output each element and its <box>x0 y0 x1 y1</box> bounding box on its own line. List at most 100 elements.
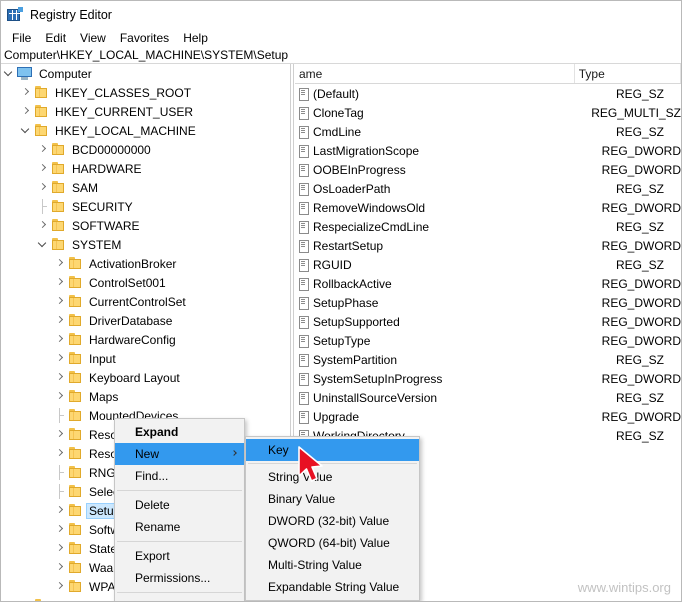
value-row[interactable]: RestartSetup REG_DWORD <box>295 236 681 255</box>
column-header-type[interactable]: Type <box>575 64 681 83</box>
chevron-right-icon[interactable] <box>52 444 68 463</box>
submenu-item-label: Expandable String Value <box>268 580 400 594</box>
address-bar[interactable]: Computer\HKEY_LOCAL_MACHINE\SYSTEM\Setup <box>1 47 681 64</box>
context-menu-item-label: Delete <box>135 498 170 512</box>
value-row[interactable]: RespecializeCmdLine REG_SZ <box>295 217 681 236</box>
submenu-item-key[interactable]: Key <box>246 439 419 461</box>
chevron-right-icon[interactable] <box>52 368 68 387</box>
context-menu-item-rename[interactable]: Rename <box>115 516 244 538</box>
chevron-right-icon[interactable] <box>52 539 68 558</box>
value-row[interactable]: OsLoaderPath REG_SZ <box>295 179 681 198</box>
menu-help[interactable]: Help <box>176 30 215 46</box>
chevron-right-icon[interactable] <box>52 501 68 520</box>
chevron-right-icon[interactable] <box>35 140 51 159</box>
value-row[interactable]: SystemSetupInProgress REG_DWORD <box>295 369 681 388</box>
menu-favorites[interactable]: Favorites <box>113 30 176 46</box>
chevron-right-icon[interactable] <box>18 596 34 601</box>
chevron-right-icon[interactable] <box>52 311 68 330</box>
value-row[interactable]: OOBEInProgress REG_DWORD <box>295 160 681 179</box>
value-row[interactable]: RGUID REG_SZ <box>295 255 681 274</box>
tree-item-controlset001[interactable]: ControlSet001 <box>1 273 290 292</box>
chevron-right-icon[interactable] <box>52 558 68 577</box>
submenu-item-expandable-string-value[interactable]: Expandable String Value <box>246 576 419 598</box>
chevron-right-icon[interactable] <box>18 102 34 121</box>
context-menu-item-delete[interactable]: Delete <box>115 494 244 516</box>
value-type: REG_MULTI_SZ <box>591 105 681 120</box>
submenu-item-multi-string-value[interactable]: Multi-String Value <box>246 554 419 576</box>
context-menu-item-expand[interactable]: Expand <box>115 421 244 443</box>
value-row[interactable]: CmdLine REG_SZ <box>295 122 681 141</box>
context-menu[interactable]: Expand New Find... Delete Rename Export Permis… <box>114 418 245 601</box>
chevron-right-icon[interactable] <box>52 273 68 292</box>
chevron-right-icon[interactable] <box>52 330 68 349</box>
folder-icon <box>68 295 83 308</box>
value-row[interactable]: LastMigrationScope REG_DWORD <box>295 141 681 160</box>
chevron-down-icon[interactable] <box>35 235 51 254</box>
chevron-right-icon[interactable] <box>52 349 68 368</box>
submenu-item-dword-32-bit-value[interactable]: DWORD (32-bit) Value <box>246 510 419 532</box>
tree-item-computer[interactable]: Computer <box>1 64 290 83</box>
context-menu-item-copy-key-name[interactable]: Copy Key Name <box>115 596 244 601</box>
value-row[interactable]: CloneTag REG_MULTI_SZ <box>295 103 681 122</box>
chevron-right-icon[interactable] <box>52 577 68 596</box>
tree-item-driverdatabase[interactable]: DriverDatabase <box>1 311 290 330</box>
tree-leaf-line <box>52 406 68 425</box>
chevron-right-icon[interactable] <box>18 83 34 102</box>
tree-item-bcd00000000[interactable]: BCD00000000 <box>1 140 290 159</box>
tree-item-hkey-local-machine[interactable]: HKEY_LOCAL_MACHINE <box>1 121 290 140</box>
value-row[interactable]: SetupType REG_DWORD <box>295 331 681 350</box>
registry-value-icon <box>295 122 313 141</box>
chevron-right-icon[interactable] <box>52 292 68 311</box>
chevron-down-icon[interactable] <box>1 64 17 83</box>
submenu-item-qword-64-bit-value[interactable]: QWORD (64-bit) Value <box>246 532 419 554</box>
chevron-right-icon[interactable] <box>52 520 68 539</box>
chevron-right-icon[interactable] <box>35 159 51 178</box>
registry-path: Computer\HKEY_LOCAL_MACHINE\SYSTEM\Setup <box>4 48 289 62</box>
new-submenu[interactable]: Key String Value Binary Value DWORD (32-bit… <box>245 436 420 601</box>
context-menu-item-new[interactable]: New <box>115 443 244 465</box>
value-row[interactable]: RemoveWindowsOld REG_DWORD <box>295 198 681 217</box>
tree-item-hkey-classes-root[interactable]: HKEY_CLASSES_ROOT <box>1 83 290 102</box>
value-row[interactable]: RollbackActive REG_DWORD <box>295 274 681 293</box>
menu-file[interactable]: File <box>5 30 38 46</box>
chevron-right-icon[interactable] <box>35 216 51 235</box>
menu-edit[interactable]: Edit <box>38 30 73 46</box>
tree-item-currentcontrolset[interactable]: CurrentControlSet <box>1 292 290 311</box>
value-row[interactable]: SetupSupported REG_DWORD <box>295 312 681 331</box>
tree-item-label: SOFTWARE <box>72 218 140 233</box>
tree-item-software[interactable]: SOFTWARE <box>1 216 290 235</box>
chevron-right-icon[interactable] <box>52 254 68 273</box>
value-row[interactable]: (Default) REG_SZ <box>295 84 681 103</box>
tree-item-system[interactable]: SYSTEM <box>1 235 290 254</box>
tree-item-hardware[interactable]: HARDWARE <box>1 159 290 178</box>
chevron-right-icon[interactable] <box>52 387 68 406</box>
chevron-right-icon[interactable] <box>52 425 68 444</box>
value-row[interactable]: UninstallSourceVersion REG_SZ <box>295 388 681 407</box>
context-menu-item-export[interactable]: Export <box>115 545 244 567</box>
context-menu-item-permissions[interactable]: Permissions... <box>115 567 244 589</box>
column-header-name[interactable]: ame <box>295 64 575 83</box>
tree-item-security[interactable]: SECURITY <box>1 197 290 216</box>
submenu-item-binary-value[interactable]: Binary Value <box>246 488 419 510</box>
chevron-right-icon[interactable] <box>35 178 51 197</box>
tree-item-keyboard-layout[interactable]: Keyboard Layout <box>1 368 290 387</box>
folder-icon <box>68 409 83 422</box>
tree-item-hkey-current-user[interactable]: HKEY_CURRENT_USER <box>1 102 290 121</box>
menu-view[interactable]: View <box>73 30 113 46</box>
tree-item-hardwareconfig[interactable]: HardwareConfig <box>1 330 290 349</box>
tree-leaf-line <box>35 197 51 216</box>
chevron-down-icon[interactable] <box>18 121 34 140</box>
tree-item-activationbroker[interactable]: ActivationBroker <box>1 254 290 273</box>
value-type: REG_DWORD <box>601 371 681 386</box>
tree-item-maps[interactable]: Maps <box>1 387 290 406</box>
context-menu-item-label: Find... <box>135 469 169 483</box>
tree-item-sam[interactable]: SAM <box>1 178 290 197</box>
folder-icon <box>68 257 83 270</box>
tree-item-label: Computer <box>39 66 92 81</box>
value-row[interactable]: Upgrade REG_DWORD <box>295 407 681 426</box>
tree-item-input[interactable]: Input <box>1 349 290 368</box>
context-menu-item-find[interactable]: Find... <box>115 465 244 487</box>
value-row[interactable]: SetupPhase REG_DWORD <box>295 293 681 312</box>
value-row[interactable]: SystemPartition REG_SZ <box>295 350 681 369</box>
submenu-item-string-value[interactable]: String Value <box>246 466 419 488</box>
